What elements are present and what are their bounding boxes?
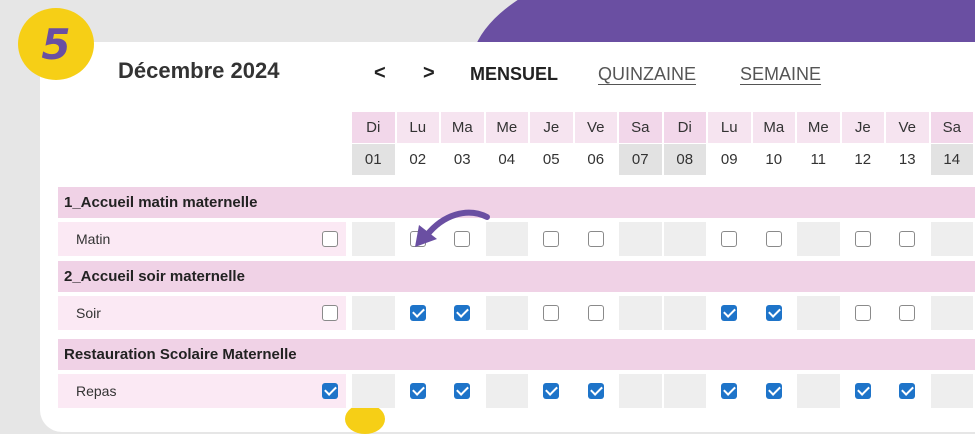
section-header: 2_Accueil soir maternelle bbox=[58, 261, 975, 292]
day-of-week-header: Ve bbox=[886, 112, 929, 143]
decorative-yellow-dot bbox=[345, 404, 385, 434]
unavailable-day-cell bbox=[619, 374, 662, 408]
unavailable-day-cell bbox=[663, 374, 706, 408]
day-checkbox[interactable] bbox=[543, 231, 559, 247]
day-of-week-header: Ve bbox=[574, 112, 617, 143]
unavailable-day-cell bbox=[352, 296, 395, 330]
day-checkbox[interactable] bbox=[765, 231, 782, 247]
day-checkbox[interactable] bbox=[454, 305, 470, 321]
section-header: Restauration Scolaire Maternelle bbox=[58, 339, 975, 370]
day-checkbox[interactable] bbox=[587, 231, 604, 247]
day-checkbox[interactable] bbox=[765, 305, 782, 321]
step-badge: 5 bbox=[18, 8, 94, 80]
day-number-header: 02 bbox=[396, 144, 439, 175]
unavailable-day-cell bbox=[352, 222, 395, 256]
day-checkbox[interactable] bbox=[721, 383, 737, 399]
day-of-week-header: Me bbox=[485, 112, 528, 143]
unavailable-day-cell bbox=[663, 222, 706, 256]
unavailable-day-cell bbox=[485, 296, 528, 330]
day-checkbox[interactable] bbox=[899, 305, 915, 321]
row-label: Soir bbox=[58, 296, 346, 330]
day-of-week-header: Ma bbox=[752, 112, 795, 143]
unavailable-day-cell bbox=[797, 296, 840, 330]
unavailable-day-cell bbox=[485, 374, 528, 408]
month-title: Décembre 2024 bbox=[118, 58, 280, 83]
day-checkbox[interactable] bbox=[409, 305, 426, 321]
unavailable-day-cell bbox=[930, 222, 973, 256]
day-of-week-header: Ma bbox=[441, 112, 484, 143]
day-checkbox[interactable] bbox=[854, 383, 871, 399]
day-of-week-header: Sa bbox=[930, 112, 973, 143]
row-label: Repas bbox=[58, 374, 346, 408]
day-of-week-header: Di bbox=[352, 112, 395, 143]
unavailable-day-cell bbox=[352, 374, 395, 408]
day-number-header: 01 bbox=[352, 144, 395, 175]
day-checkbox[interactable] bbox=[721, 231, 737, 247]
day-number-header: 09 bbox=[708, 144, 751, 175]
day-checkbox[interactable] bbox=[854, 305, 871, 321]
unavailable-day-cell bbox=[930, 374, 973, 408]
day-of-week-header: Lu bbox=[708, 112, 751, 143]
day-checkbox[interactable] bbox=[543, 383, 559, 399]
day-checkbox[interactable] bbox=[587, 305, 604, 321]
day-number-header: 11 bbox=[797, 144, 840, 175]
day-checkbox[interactable] bbox=[899, 383, 915, 399]
unavailable-day-cell bbox=[619, 296, 662, 330]
day-of-week-header: Lu bbox=[396, 112, 439, 143]
view-quinzaine-tab[interactable]: QUINZAINE bbox=[598, 64, 696, 85]
row-label: Matin bbox=[58, 222, 346, 256]
day-number-header: 03 bbox=[441, 144, 484, 175]
unavailable-day-cell bbox=[797, 374, 840, 408]
day-checkbox[interactable] bbox=[587, 383, 604, 399]
curved-arrow-icon bbox=[415, 209, 490, 247]
day-of-week-header: Me bbox=[797, 112, 840, 143]
day-checkbox[interactable] bbox=[765, 383, 782, 399]
day-checkbox[interactable] bbox=[409, 383, 426, 399]
select-all-checkbox[interactable] bbox=[322, 231, 338, 247]
chevron-left-icon[interactable]: < bbox=[374, 62, 386, 85]
day-number-header: 06 bbox=[574, 144, 617, 175]
chevron-right-icon[interactable]: > bbox=[423, 62, 435, 85]
unavailable-day-cell bbox=[797, 222, 840, 256]
day-number-header: 07 bbox=[619, 144, 662, 175]
day-number-header: 10 bbox=[752, 144, 795, 175]
select-all-checkbox[interactable] bbox=[322, 305, 338, 321]
day-number-header: 14 bbox=[930, 144, 973, 175]
view-semaine-tab[interactable]: SEMAINE bbox=[740, 64, 821, 85]
day-number-header: 13 bbox=[886, 144, 929, 175]
day-number-header: 05 bbox=[530, 144, 573, 175]
unavailable-day-cell bbox=[930, 296, 973, 330]
day-number-header: 08 bbox=[663, 144, 706, 175]
view-mensuel-tab[interactable]: MENSUEL bbox=[470, 64, 558, 85]
day-number-header: 04 bbox=[485, 144, 528, 175]
unavailable-day-cell bbox=[619, 222, 662, 256]
day-number-header: 12 bbox=[841, 144, 884, 175]
unavailable-day-cell bbox=[663, 296, 706, 330]
select-all-checkbox[interactable] bbox=[322, 383, 338, 399]
day-checkbox[interactable] bbox=[454, 383, 470, 399]
section-header: 1_Accueil matin maternelle bbox=[58, 187, 975, 218]
day-of-week-header: Je bbox=[530, 112, 573, 143]
day-checkbox[interactable] bbox=[543, 305, 559, 321]
day-of-week-header: Di bbox=[663, 112, 706, 143]
day-checkbox[interactable] bbox=[899, 231, 915, 247]
day-of-week-header: Je bbox=[841, 112, 884, 143]
day-of-week-header: Sa bbox=[619, 112, 662, 143]
day-checkbox[interactable] bbox=[854, 231, 871, 247]
day-checkbox[interactable] bbox=[721, 305, 737, 321]
